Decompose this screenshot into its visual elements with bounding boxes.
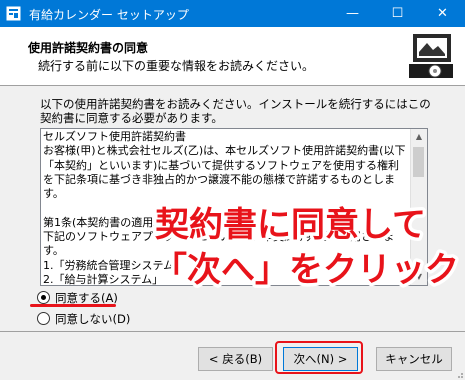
title-bar: 有給カレンダー セットアップ — ☐ ✕ xyxy=(0,0,465,27)
window-title: 有給カレンダー セットアップ xyxy=(29,8,189,22)
app-icon xyxy=(6,6,21,21)
maximize-button[interactable]: ☐ xyxy=(375,0,420,27)
back-button[interactable]: < 戻る(B) xyxy=(198,347,273,371)
disagree-label[interactable]: 同意しない(D) xyxy=(55,311,130,327)
license-textbox[interactable]: セルズソフト使用許諾契約書 お客様(甲)と株式会社セルズ(乙)は、本セルズソフト… xyxy=(40,128,428,286)
scroll-down-icon[interactable]: ▼ xyxy=(411,269,427,285)
license-text: セルズソフト使用許諾契約書 お客様(甲)と株式会社セルズ(乙)は、本セルズソフト… xyxy=(43,130,406,286)
page-title: 使用許諾契約書の同意 xyxy=(28,41,149,55)
scroll-thumb[interactable] xyxy=(413,147,424,177)
radio-unselected-icon[interactable] xyxy=(37,312,50,325)
setup-computer-icon xyxy=(409,34,453,78)
resize-grip-icon[interactable] xyxy=(454,369,464,379)
cancel-button[interactable]: キャンセル xyxy=(376,347,452,371)
agree-highlight-underline xyxy=(30,304,116,307)
footer-divider xyxy=(0,331,465,332)
intro-text: 以下の使用許諾契約書をお読みください。インストールを続行するにはこの契約書に同意… xyxy=(40,97,431,125)
radio-selected-icon[interactable] xyxy=(37,291,50,304)
close-button[interactable]: ✕ xyxy=(420,0,465,27)
next-highlight-box xyxy=(275,341,363,374)
minimize-button[interactable]: — xyxy=(330,0,375,27)
page-subtitle: 続行する前に以下の重要な情報をお読みください。 xyxy=(38,59,315,73)
scroll-up-icon[interactable]: ▲ xyxy=(411,129,427,145)
license-scrollbar[interactable]: ▲ ▼ xyxy=(410,129,427,285)
wizard-header: 使用許諾契約書の同意 続行する前に以下の重要な情報をお読みください。 xyxy=(0,27,465,86)
